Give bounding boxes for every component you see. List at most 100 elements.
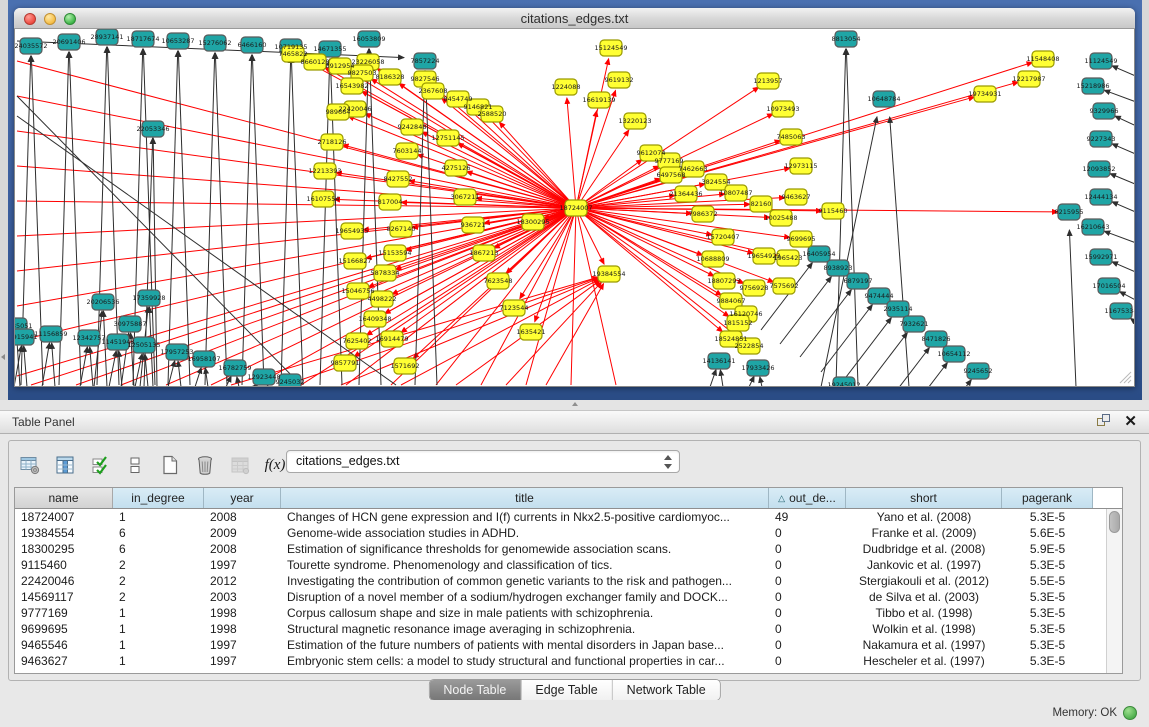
graph-node-label: 11548408	[1026, 55, 1059, 63]
selection-mode-icon[interactable]	[89, 454, 111, 476]
column-header-label: title	[515, 491, 534, 505]
graph-node-label: 22053346	[136, 125, 169, 133]
table-row[interactable]: 977716911998Corpus callosum shape and si…	[15, 605, 1106, 621]
graph-node-label: 7603144	[393, 147, 422, 155]
table-row[interactable]: 1938455462009Genome-wide association stu…	[15, 525, 1106, 541]
function-builder-icon[interactable]: f(x)	[264, 454, 286, 476]
table-cell: 9463627	[15, 653, 113, 669]
graph-node-label: 16107554	[306, 195, 339, 203]
graph-node-label: 15046756	[341, 287, 374, 295]
table-row[interactable]: 1830029562008Estimation of significance …	[15, 541, 1106, 557]
close-panel-icon[interactable]: ✕	[1124, 414, 1137, 429]
graph-canvas[interactable]: 2403557220691406289371411871767410653287…	[14, 29, 1135, 387]
table-cell: 2008	[204, 509, 281, 525]
column-header-pagerank[interactable]: pagerank	[1002, 488, 1093, 508]
graph-node-label: 9699695	[787, 235, 816, 243]
column-header-out_de[interactable]: △out_de...	[769, 488, 846, 508]
graph-node-label: 817004	[378, 198, 403, 206]
graph-node-label: 17359928	[132, 294, 165, 302]
graph-node-label: 7932621	[900, 320, 929, 328]
table-row[interactable]: 1456911722003Disruption of a novel membe…	[15, 589, 1106, 605]
table-panel-title: Table Panel	[12, 415, 75, 429]
table-cell: 1998	[204, 621, 281, 637]
graph-node-label: 9227343	[1087, 135, 1116, 143]
splitter-handle-icon[interactable]	[570, 401, 580, 408]
table-cell: 0	[769, 525, 846, 541]
float-panel-icon[interactable]	[1097, 414, 1112, 429]
graph-node-label: 10973493	[766, 105, 799, 113]
table-cell: Stergiakouli et al. (2012)	[846, 573, 1002, 589]
table-cell: 1	[113, 605, 204, 621]
graph-node-label: 18717674	[126, 35, 159, 43]
table-row[interactable]: 1872400712008Changes of HCN gene express…	[15, 509, 1106, 525]
table-cell: 9115460	[15, 557, 113, 573]
table-cell: 5.3E-5	[1002, 605, 1093, 621]
graph-node-label: 15992971	[1084, 253, 1117, 261]
column-header-name[interactable]: name	[15, 488, 113, 508]
column-header-short[interactable]: short	[846, 488, 1002, 508]
table-cell: 5.9E-5	[1002, 541, 1093, 557]
table-row[interactable]: 2242004622012Investigating the contribut…	[15, 573, 1106, 589]
network-window: citations_edges.txt 24035572206914062893…	[14, 8, 1135, 387]
status-bar: Memory: OK	[0, 700, 1149, 727]
graph-node-label: 20691406	[52, 38, 85, 46]
column-header-year[interactable]: year	[204, 488, 281, 508]
table-settings-icon[interactable]	[19, 454, 41, 476]
row-height-icon[interactable]	[124, 454, 146, 476]
table-cell: Tourette syndrome. Phenomenology and cla…	[281, 557, 769, 573]
column-header-label: name	[48, 491, 78, 505]
vertical-scrollbar[interactable]	[1106, 509, 1122, 673]
graph-node-label: 14671355	[313, 45, 346, 53]
graph-node-label: 8186328	[376, 73, 405, 81]
graph-node-label: 20206536	[86, 298, 119, 306]
citation-network-graph[interactable]: 2403557220691406289371411871767410653287…	[15, 29, 1134, 386]
table-cell: 0	[769, 605, 846, 621]
graph-node-label: 16405954	[802, 250, 835, 258]
table-cell: de Silva et al. (2003)	[846, 589, 1002, 605]
tab-node-table[interactable]: Node Table	[429, 680, 521, 700]
table-row[interactable]: 946362711997Embryonic stem cells: a mode…	[15, 653, 1106, 669]
table-cell: 1	[113, 653, 204, 669]
graph-node-label: 14935051	[15, 322, 33, 330]
graph-node-label: 3824554	[702, 178, 731, 186]
table-cell: Embryonic stem cells: a model to study s…	[281, 653, 769, 669]
graph-node-label: 12444134	[1084, 193, 1117, 201]
graph-node-label: 15218986	[1076, 82, 1109, 90]
resize-grip-icon[interactable]	[1116, 370, 1132, 384]
column-header-title[interactable]: title	[281, 488, 769, 508]
left-splitter-handle[interactable]	[0, 352, 7, 361]
graph-node-label: 12973115	[784, 162, 817, 170]
graph-node-label: 9115460	[819, 207, 848, 215]
table-row[interactable]: 946554611997Estimation of the future num…	[15, 637, 1106, 653]
graph-node-label: 2367608	[419, 87, 448, 95]
tab-network-table[interactable]: Network Table	[613, 680, 720, 700]
graph-node-label: 2588520	[478, 110, 507, 118]
table-cell: 1	[113, 621, 204, 637]
table-cell: Corpus callosum shape and size in male p…	[281, 605, 769, 621]
column-header-in_degree[interactable]: in_degree	[113, 488, 204, 508]
scrollbar-thumb[interactable]	[1109, 511, 1120, 533]
table-cell: Tibbo et al. (1998)	[846, 605, 1002, 621]
tab-edge-table[interactable]: Edge Table	[521, 680, 612, 700]
table-rows: 1872400712008Changes of HCN gene express…	[15, 509, 1106, 673]
graph-node-label: 10025488	[764, 214, 797, 222]
graph-node-label: 9777169	[655, 157, 684, 165]
graph-node-label: 12751145	[431, 134, 464, 142]
horizontal-splitter[interactable]	[0, 400, 1149, 410]
table-type-tabs: Node TableEdge TableNetwork Table	[428, 679, 720, 701]
graph-node-label: 4275126	[442, 164, 471, 172]
graph-node-label: 16210643	[1076, 223, 1109, 231]
table-cell: 5.5E-5	[1002, 573, 1093, 589]
show-columns-icon[interactable]	[54, 454, 76, 476]
table-row[interactable]: 911546021997Tourette syndrome. Phenomeno…	[15, 557, 1106, 573]
graph-node-label: 15166827	[338, 257, 371, 265]
table-cell: 9465546	[15, 637, 113, 653]
new-table-icon[interactable]	[159, 454, 181, 476]
graph-node-label: 16053809	[352, 35, 385, 43]
table-cell: 2008	[204, 541, 281, 557]
table-row[interactable]: 969969511998Structural magnetic resonanc…	[15, 621, 1106, 637]
network-panel-frame: citations_edges.txt 24035572206914062893…	[8, 0, 1142, 400]
delete-table-icon[interactable]	[194, 454, 216, 476]
network-table-select[interactable]: citations_edges.txt	[286, 450, 680, 473]
window-titlebar[interactable]: citations_edges.txt	[14, 8, 1135, 29]
